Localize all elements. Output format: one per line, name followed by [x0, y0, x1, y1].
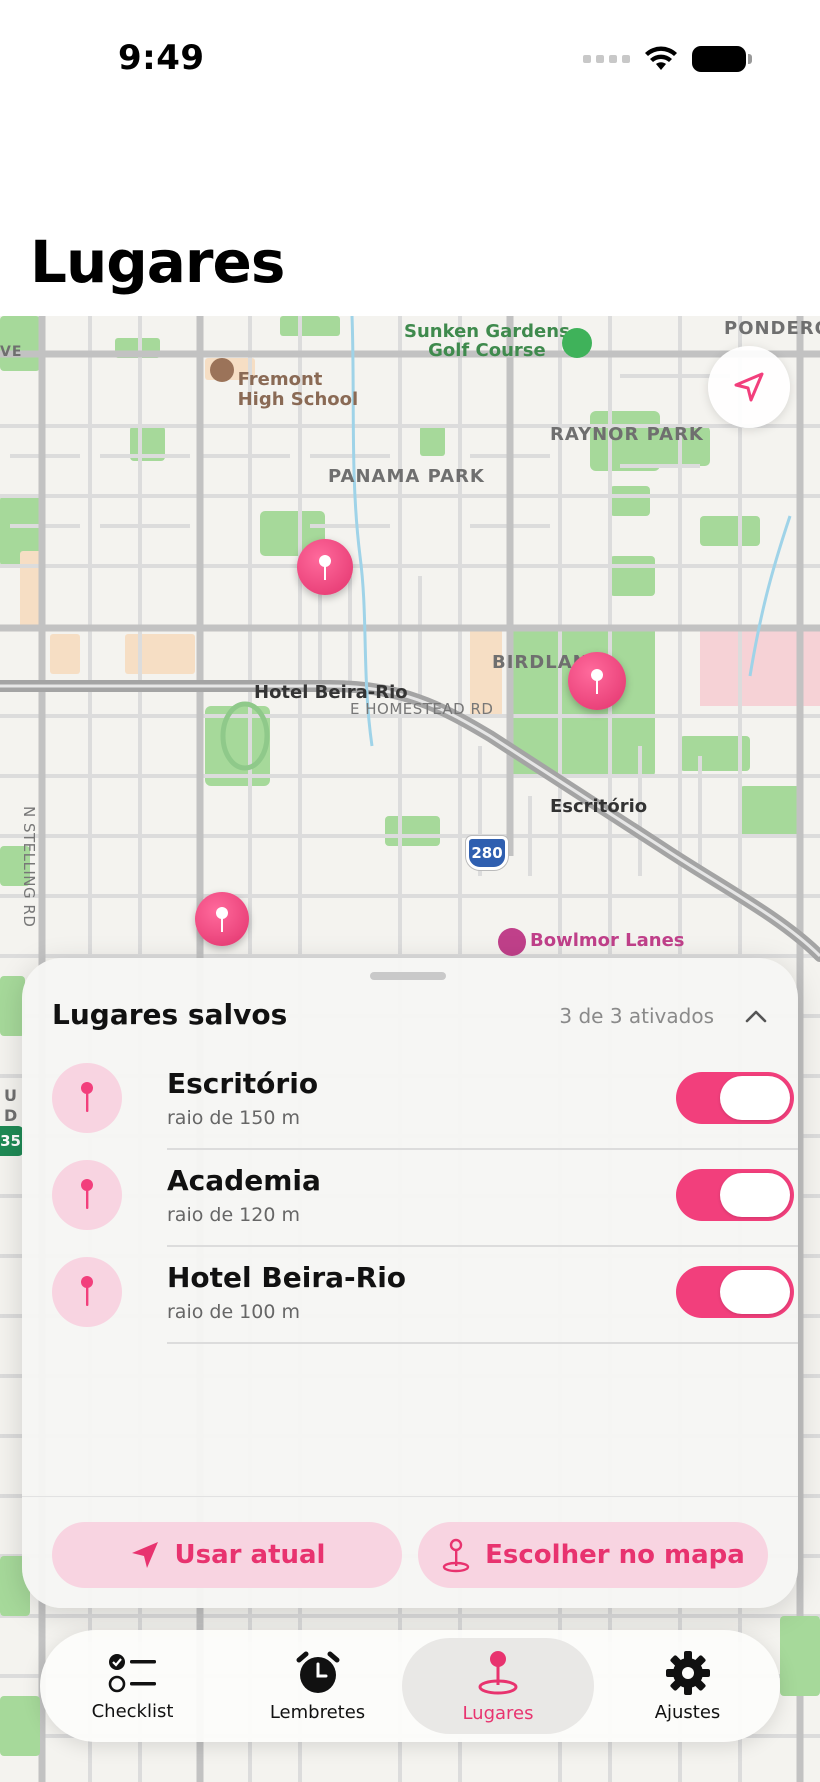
sheet-title: Lugares salvos — [52, 998, 288, 1031]
map-pin-label-escritorio: Escritório — [550, 796, 648, 817]
map-pin-escritorio[interactable] — [568, 652, 626, 710]
row-divider — [167, 1245, 798, 1247]
status-bar: 9:49 — [0, 0, 820, 120]
active-count: 3 de 3 ativados — [559, 1004, 714, 1028]
tab-label: Lugares — [462, 1702, 534, 1724]
place-name: Hotel Beira-Rio — [167, 1261, 407, 1294]
tab-label: Checklist — [91, 1700, 174, 1722]
place-toggle[interactable] — [676, 1072, 794, 1124]
use-current-label: Usar atual — [174, 1540, 326, 1570]
map-label-edge-ve: VE — [0, 344, 23, 360]
place-radius: raio de 120 m — [167, 1204, 300, 1226]
map-label-edge-u: U — [4, 1086, 18, 1105]
pin-icon — [319, 555, 331, 580]
map-pin-label-hotel: Hotel Beira-Rio — [254, 682, 408, 703]
tab-lugares[interactable]: Lugares — [402, 1638, 594, 1734]
map-label-stelling-rd: N STELLING RD — [20, 806, 38, 928]
map-label-sunken-gardens: Sunken Gardens Golf Course — [404, 321, 570, 361]
tab-label: Lembretes — [269, 1701, 366, 1723]
row-divider — [167, 1342, 798, 1344]
map-label-ponderosa: PONDEROS — [724, 318, 820, 339]
map-pin-icon — [442, 1538, 470, 1573]
wifi-icon — [645, 46, 677, 70]
saved-places-sheet[interactable]: Lugares salvos 3 de 3 ativados Escritóri… — [22, 958, 798, 1608]
sheet-footer-divider — [22, 1496, 798, 1497]
status-icons — [583, 46, 752, 72]
location-arrow-icon — [734, 372, 764, 402]
place-row-hotel-beira-rio[interactable]: Hotel Beira-Rio raio de 100 m — [52, 1257, 798, 1354]
tab-ajustes[interactable]: Ajustes — [595, 1630, 780, 1742]
tab-lembretes[interactable]: Lembretes — [225, 1630, 410, 1742]
map-label-fremont-high-school: Fremont High School — [172, 350, 358, 430]
cellular-signal-icon — [583, 55, 630, 63]
status-time: 9:49 — [118, 38, 205, 78]
map-label-edge-d: D — [4, 1106, 19, 1125]
pin-icon — [591, 669, 603, 694]
locate-me-button[interactable] — [708, 346, 790, 428]
place-name: Escritório — [167, 1067, 319, 1100]
sheet-grabber[interactable] — [370, 972, 446, 980]
location-arrow-icon — [131, 1542, 158, 1568]
pin-icon — [216, 907, 228, 932]
place-toggle[interactable] — [676, 1169, 794, 1221]
place-toggle[interactable] — [676, 1266, 794, 1318]
tab-label: Ajustes — [654, 1701, 721, 1723]
gear-icon — [665, 1650, 710, 1695]
golf-icon — [562, 328, 592, 358]
place-pin-icon — [52, 1063, 122, 1133]
tab-bar: Checklist Lembretes Lugares Ajustes — [40, 1630, 780, 1742]
place-row-escritorio[interactable]: Escritório raio de 150 m — [52, 1063, 798, 1160]
map-label-raynor-park: RAYNOR PARK — [550, 424, 704, 445]
chevron-up-icon[interactable] — [742, 1002, 770, 1030]
map-pin-hotel-beira-rio[interactable] — [297, 539, 353, 595]
lugares-screen: 9:49 Lugares Fremont High School Sunken … — [0, 0, 820, 1782]
choose-on-map-label: Escolher no mapa — [485, 1540, 745, 1570]
place-radius: raio de 150 m — [167, 1107, 300, 1129]
bowling-icon — [498, 928, 526, 956]
place-name: Academia — [167, 1164, 321, 1197]
highway-shield-35: 35 — [0, 1126, 24, 1156]
use-current-location-button[interactable]: Usar atual — [52, 1522, 402, 1588]
place-radius: raio de 100 m — [167, 1301, 300, 1323]
location-pin-icon — [478, 1650, 518, 1694]
place-row-academia[interactable]: Academia raio de 120 m — [52, 1160, 798, 1257]
tab-checklist[interactable]: Checklist — [40, 1630, 225, 1742]
map-label-bowlmor-lanes: Bowlmor Lanes — [530, 930, 685, 951]
school-icon — [209, 358, 234, 382]
highway-shield-280: 280 — [466, 836, 508, 870]
map-pin-academia[interactable] — [195, 892, 249, 946]
row-divider — [167, 1148, 798, 1150]
checklist-icon — [108, 1653, 156, 1692]
page-title: Lugares — [30, 228, 285, 296]
alarm-clock-icon — [296, 1651, 339, 1693]
map-label-panama-park: PANAMA PARK — [328, 466, 485, 487]
battery-icon — [692, 46, 752, 72]
place-pin-icon — [52, 1160, 122, 1230]
choose-on-map-button[interactable]: Escolher no mapa — [418, 1522, 768, 1588]
place-pin-icon — [52, 1257, 122, 1327]
